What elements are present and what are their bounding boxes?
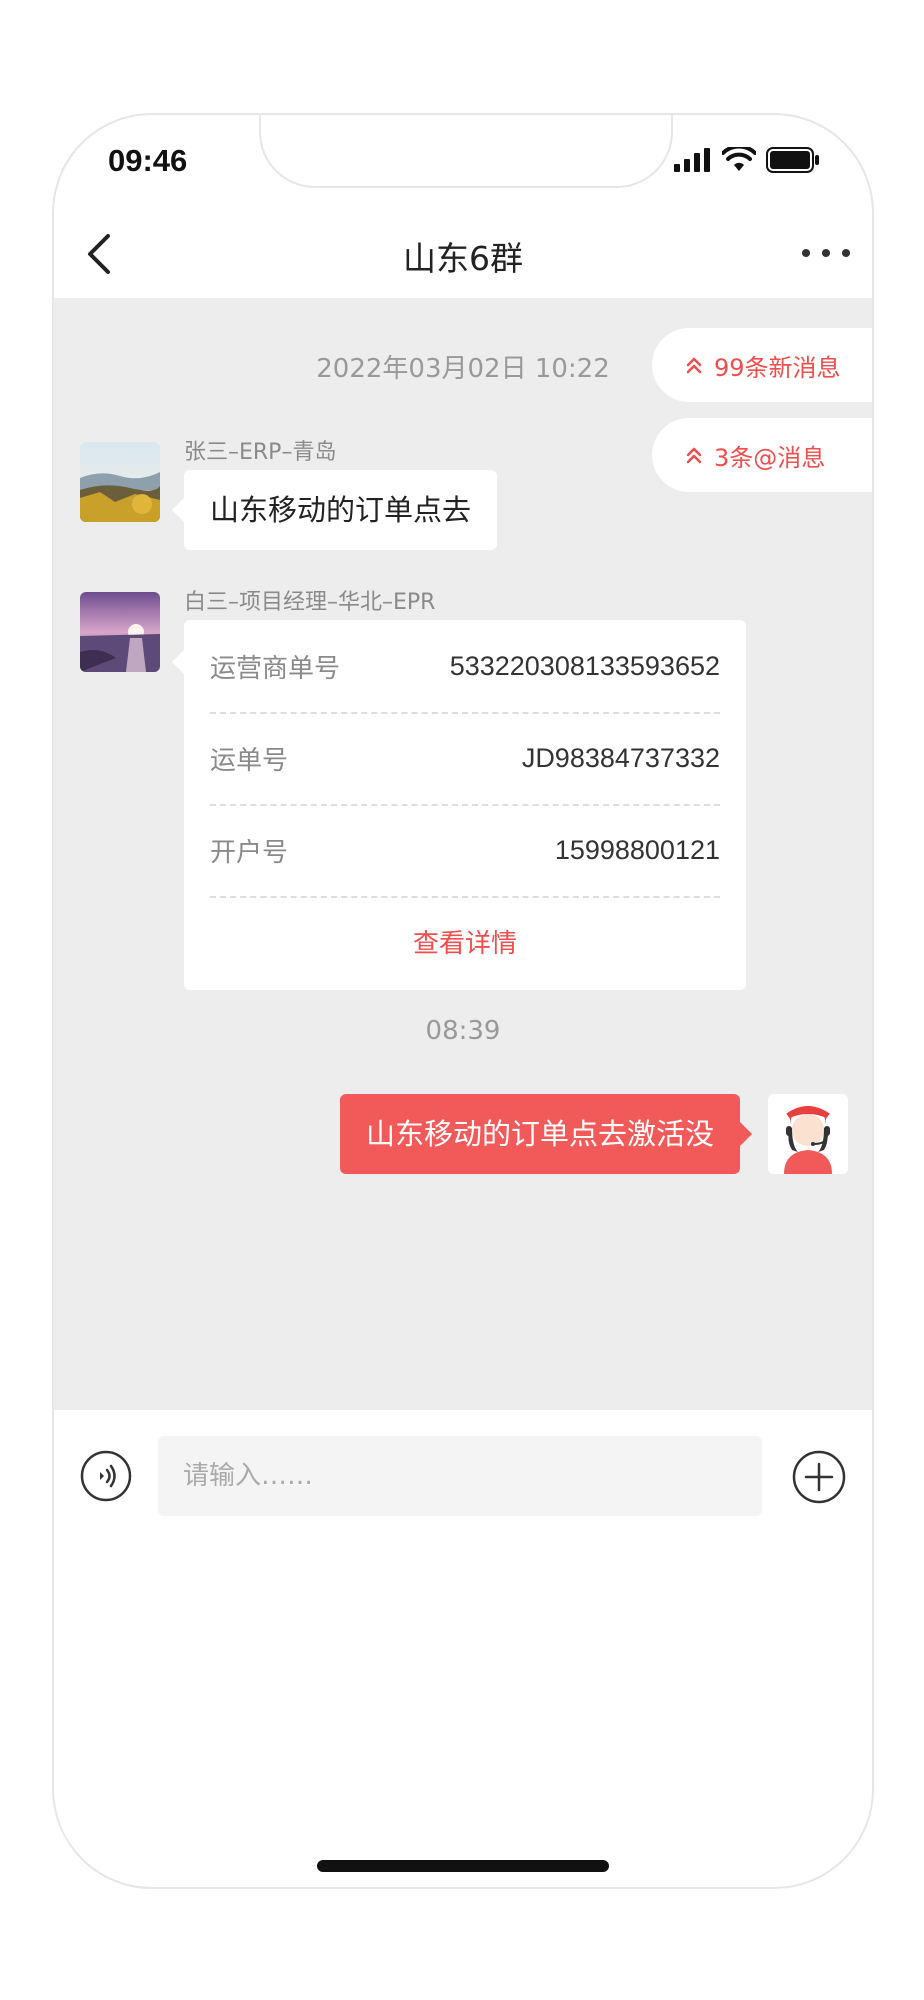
sender-name: 白三–项目经理–华北–EPR: [184, 590, 436, 615]
card-row-label: 开户号: [210, 837, 289, 868]
chat-area[interactable]: 2022年03月02日 10:22 99条新消息 3条@消息 张三–ERP–青岛…: [54, 298, 872, 1410]
timestamp: 08:39: [425, 1016, 501, 1046]
phone-frame: 09:46 山东6群 2022年03月02日 10:22 99条新消息 3条@消…: [52, 113, 874, 1889]
card-row-value: JD98384737332: [521, 742, 720, 773]
message-input[interactable]: [158, 1436, 762, 1516]
double-chevron-up-icon: [686, 447, 702, 464]
wifi-icon: [722, 147, 756, 171]
card-row-value: 533220308133593652: [449, 650, 720, 681]
more-dot-icon: [822, 249, 830, 257]
voice-icon: [80, 1450, 132, 1502]
sunset-avatar-image: [80, 592, 160, 672]
order-card[interactable]: 运营商单号 533220308133593652 运单号 JD983847373…: [172, 620, 746, 990]
status-time: 09:46: [108, 143, 188, 178]
card-row: 运单号 JD98384737332: [210, 712, 720, 806]
my-avatar[interactable]: [768, 1094, 848, 1174]
message-bubble-outgoing[interactable]: 山东移动的订单点去激活没: [339, 1094, 753, 1174]
new-messages-pill[interactable]: 99条新消息: [652, 328, 872, 402]
sender-name: 张三–ERP–青岛: [184, 440, 337, 465]
support-agent-avatar-image: [768, 1094, 848, 1174]
new-messages-label: 99条新消息: [714, 353, 841, 382]
more-dot-icon: [842, 249, 850, 257]
navigation-bar: 山东6群: [54, 210, 872, 298]
more-dot-icon: [802, 249, 810, 257]
card-row-value: 15998800121: [554, 834, 720, 865]
card-row: 运营商单号 533220308133593652: [210, 620, 720, 714]
card-row-label: 运单号: [210, 745, 289, 776]
double-chevron-up-icon: [686, 357, 702, 374]
message-bubble[interactable]: 山东移动的订单点去: [171, 470, 498, 550]
avatar[interactable]: [80, 592, 160, 672]
page-title: 山东6群: [403, 239, 523, 278]
at-messages-pill[interactable]: 3条@消息: [652, 418, 872, 492]
at-messages-label: 3条@消息: [714, 443, 826, 472]
add-button[interactable]: [792, 1450, 846, 1504]
plus-icon: [792, 1450, 846, 1504]
notch: [259, 115, 673, 188]
more-button[interactable]: [802, 238, 850, 268]
battery-icon: [766, 147, 819, 173]
card-row-label: 运营商单号: [210, 653, 341, 684]
signal-icon: [674, 148, 710, 172]
view-details-link[interactable]: 查看详情: [184, 923, 746, 960]
avatar[interactable]: [80, 442, 160, 522]
home-indicator: [317, 1860, 609, 1872]
voice-button[interactable]: [80, 1450, 132, 1502]
card-row: 开户号 15998800121: [210, 804, 720, 898]
landscape-avatar-image: [80, 442, 160, 522]
input-bar: [54, 1410, 872, 1560]
status-icons: [674, 147, 820, 173]
